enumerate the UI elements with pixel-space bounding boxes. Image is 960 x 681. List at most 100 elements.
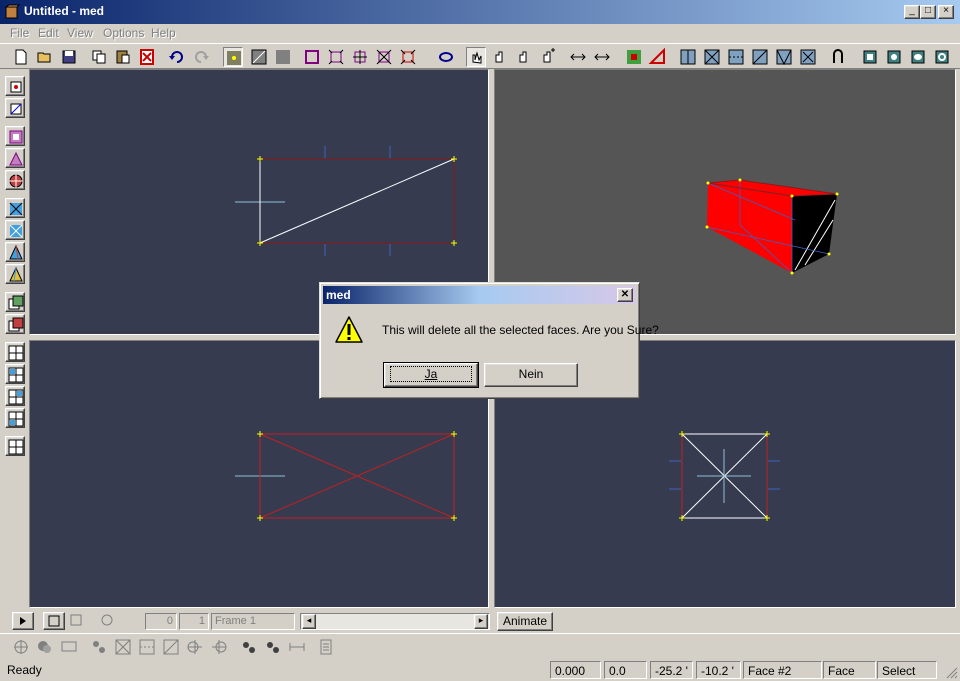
menu-edit[interactable]: Edit <box>38 26 59 40</box>
onion-skin-icon[interactable] <box>96 612 118 630</box>
left-toolbar <box>0 72 28 608</box>
delete-icon[interactable] <box>137 47 157 67</box>
snap-grid-icon[interactable] <box>185 637 205 657</box>
frame-name-field[interactable]: Frame 1 <box>211 613 295 630</box>
draw-triangle-icon[interactable] <box>5 148 25 168</box>
merge-icon[interactable] <box>89 637 109 657</box>
redo-icon[interactable] <box>191 47 211 67</box>
new-icon[interactable] <box>11 47 31 67</box>
animate-button[interactable]: Animate <box>497 612 553 631</box>
group-icon[interactable] <box>5 292 25 312</box>
weld-icon[interactable] <box>35 637 55 657</box>
status-face: Face #2 <box>743 661 822 679</box>
mirror-z-icon[interactable] <box>161 637 181 657</box>
animation-bar: 0 1 Frame 1 ◂ ▸ Animate <box>0 609 960 633</box>
status-x: 0.000 <box>550 661 601 679</box>
status-bar: Ready 0.000 0.0 -25.2 ' -10.2 ' Face #2 … <box>0 660 960 681</box>
title-bar: Untitled - med _ □ × <box>0 0 960 24</box>
menu-options[interactable]: Options <box>103 26 144 40</box>
object-mode-icon[interactable] <box>273 47 293 67</box>
mirror-y-icon[interactable] <box>137 637 157 657</box>
yes-button-label: Ja <box>389 366 473 382</box>
sphere-icon[interactable] <box>860 47 880 67</box>
cone-tool-icon[interactable] <box>932 47 952 67</box>
zoom-in-icon[interactable] <box>514 47 534 67</box>
save-icon[interactable] <box>59 47 79 67</box>
menu-help[interactable]: Help <box>151 26 176 40</box>
fit-icon[interactable] <box>398 47 418 67</box>
orbit-icon[interactable] <box>436 47 456 67</box>
view-front-icon[interactable] <box>726 47 746 67</box>
frame-start-field[interactable]: 0 <box>145 613 177 630</box>
select-vertex-icon[interactable] <box>5 76 25 96</box>
keyframe-icon[interactable] <box>65 612 87 630</box>
measure-icon[interactable] <box>287 637 307 657</box>
add-vertex-icon[interactable] <box>568 47 588 67</box>
layout-single-icon[interactable] <box>5 436 25 456</box>
copy-icon[interactable] <box>89 47 109 67</box>
no-button[interactable]: Nein <box>484 363 578 387</box>
open-icon[interactable] <box>35 47 55 67</box>
layout-2-icon[interactable] <box>5 364 25 384</box>
draw-box-icon[interactable] <box>5 126 25 146</box>
layout-3-icon[interactable] <box>5 386 25 406</box>
mirror-icon[interactable] <box>538 47 558 67</box>
scroll-left-icon[interactable]: ◂ <box>302 614 316 629</box>
add-face-icon[interactable] <box>592 47 612 67</box>
face-mode-icon[interactable] <box>249 47 269 67</box>
minimize-button[interactable]: _ <box>904 5 920 19</box>
layout-4-icon[interactable] <box>5 408 25 428</box>
flatten-icon[interactable] <box>263 637 283 657</box>
close-button[interactable]: × <box>938 5 954 19</box>
cube-icon[interactable] <box>828 47 848 67</box>
split-icon[interactable] <box>5 220 25 240</box>
shade-icon[interactable] <box>678 47 698 67</box>
scroll-right-icon[interactable]: ▸ <box>474 614 488 629</box>
yes-button[interactable]: Ja <box>383 362 479 388</box>
center-icon[interactable] <box>11 637 31 657</box>
flip-icon[interactable] <box>5 198 25 218</box>
torus-icon[interactable] <box>908 47 928 67</box>
snap-point-icon[interactable] <box>209 637 229 657</box>
play-icon[interactable] <box>12 612 34 630</box>
frames-icon[interactable] <box>43 612 65 630</box>
app-icon <box>4 4 20 19</box>
properties-icon[interactable] <box>317 637 337 657</box>
view-side-icon[interactable] <box>750 47 770 67</box>
main-toolbar <box>0 43 960 69</box>
layout-1-icon[interactable] <box>5 342 25 362</box>
dialog-close-button[interactable]: ✕ <box>617 288 633 302</box>
select-face-icon[interactable] <box>5 98 25 118</box>
frame-end-field[interactable]: 1 <box>179 613 209 630</box>
target-icon[interactable] <box>5 170 25 190</box>
align-icon[interactable] <box>59 637 79 657</box>
cylinder-icon[interactable] <box>884 47 904 67</box>
resize-grip-icon[interactable] <box>946 667 958 679</box>
ungroup-icon[interactable] <box>5 314 25 334</box>
frame-scrollbar[interactable]: ◂ ▸ <box>300 613 490 630</box>
pan-icon[interactable] <box>466 47 486 67</box>
cone-icon[interactable] <box>5 242 25 262</box>
paste-icon[interactable] <box>113 47 133 67</box>
view-top-icon[interactable] <box>702 47 722 67</box>
status-text: Ready <box>7 663 42 677</box>
move-icon[interactable] <box>326 47 346 67</box>
maximize-button[interactable]: □ <box>920 5 936 19</box>
vertex-mode-icon[interactable] <box>223 47 243 67</box>
extrude-icon[interactable] <box>798 47 818 67</box>
rotate-icon[interactable] <box>350 47 370 67</box>
select-icon[interactable] <box>302 47 322 67</box>
zoom-icon[interactable] <box>490 47 510 67</box>
grid-icon[interactable] <box>624 47 644 67</box>
window-title: Untitled - med <box>24 4 104 18</box>
view-persp-icon[interactable] <box>774 47 794 67</box>
snap-icon[interactable] <box>648 47 668 67</box>
menu-file[interactable]: File <box>10 26 29 40</box>
pyramid-icon[interactable] <box>5 264 25 284</box>
smooth-icon[interactable] <box>239 637 259 657</box>
menu-view[interactable]: View <box>67 26 93 40</box>
scale-icon[interactable] <box>374 47 394 67</box>
dialog-title: med <box>326 288 351 302</box>
mirror-x-icon[interactable] <box>113 637 133 657</box>
undo-icon[interactable] <box>167 47 187 67</box>
